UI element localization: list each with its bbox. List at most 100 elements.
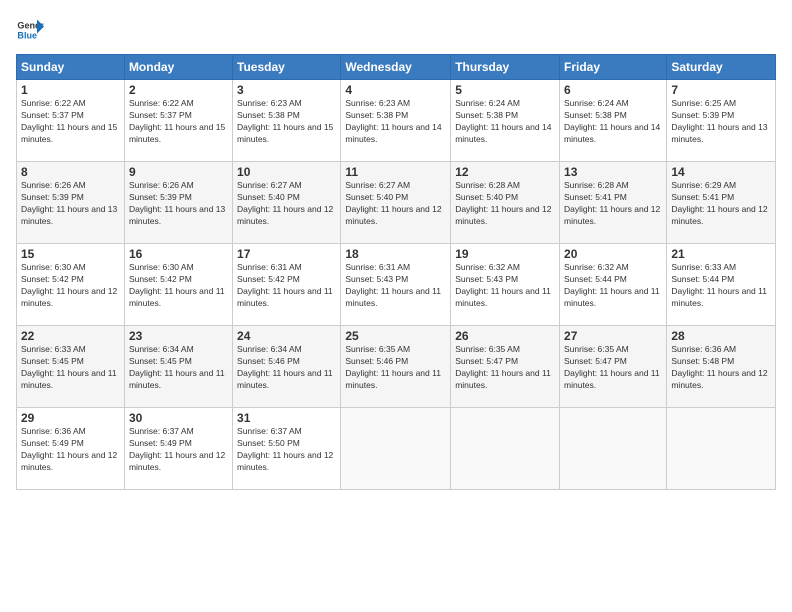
calendar-day-cell: 27 Sunrise: 6:35 AMSunset: 5:47 PMDaylig… <box>560 326 667 408</box>
day-detail: Sunrise: 6:26 AMSunset: 5:39 PMDaylight:… <box>21 180 117 226</box>
calendar-day-cell: 13 Sunrise: 6:28 AMSunset: 5:41 PMDaylig… <box>560 162 667 244</box>
calendar-day-cell: 8 Sunrise: 6:26 AMSunset: 5:39 PMDayligh… <box>17 162 125 244</box>
day-number: 1 <box>21 83 120 97</box>
calendar-day-cell: 22 Sunrise: 6:33 AMSunset: 5:45 PMDaylig… <box>17 326 125 408</box>
day-number: 14 <box>671 165 771 179</box>
day-number: 28 <box>671 329 771 343</box>
day-number: 2 <box>129 83 228 97</box>
svg-text:Blue: Blue <box>17 30 37 40</box>
day-number: 23 <box>129 329 228 343</box>
weekday-header: Friday <box>560 55 667 80</box>
day-detail: Sunrise: 6:36 AMSunset: 5:49 PMDaylight:… <box>21 426 117 472</box>
day-detail: Sunrise: 6:27 AMSunset: 5:40 PMDaylight:… <box>237 180 333 226</box>
day-detail: Sunrise: 6:22 AMSunset: 5:37 PMDaylight:… <box>129 98 225 144</box>
calendar-day-cell: 19 Sunrise: 6:32 AMSunset: 5:43 PMDaylig… <box>451 244 560 326</box>
calendar-header-row: SundayMondayTuesdayWednesdayThursdayFrid… <box>17 55 776 80</box>
day-number: 10 <box>237 165 336 179</box>
calendar-day-cell: 14 Sunrise: 6:29 AMSunset: 5:41 PMDaylig… <box>667 162 776 244</box>
day-number: 17 <box>237 247 336 261</box>
calendar-day-cell: 31 Sunrise: 6:37 AMSunset: 5:50 PMDaylig… <box>233 408 341 490</box>
day-detail: Sunrise: 6:27 AMSunset: 5:40 PMDaylight:… <box>345 180 441 226</box>
day-detail: Sunrise: 6:24 AMSunset: 5:38 PMDaylight:… <box>455 98 551 144</box>
day-detail: Sunrise: 6:32 AMSunset: 5:43 PMDaylight:… <box>455 262 551 308</box>
calendar-week-row: 1 Sunrise: 6:22 AMSunset: 5:37 PMDayligh… <box>17 80 776 162</box>
calendar-day-cell: 21 Sunrise: 6:33 AMSunset: 5:44 PMDaylig… <box>667 244 776 326</box>
calendar-day-cell: 18 Sunrise: 6:31 AMSunset: 5:43 PMDaylig… <box>341 244 451 326</box>
weekday-header: Saturday <box>667 55 776 80</box>
day-detail: Sunrise: 6:34 AMSunset: 5:45 PMDaylight:… <box>129 344 225 390</box>
day-number: 21 <box>671 247 771 261</box>
calendar-week-row: 22 Sunrise: 6:33 AMSunset: 5:45 PMDaylig… <box>17 326 776 408</box>
day-number: 22 <box>21 329 120 343</box>
day-detail: Sunrise: 6:26 AMSunset: 5:39 PMDaylight:… <box>129 180 225 226</box>
calendar-day-cell: 24 Sunrise: 6:34 AMSunset: 5:46 PMDaylig… <box>233 326 341 408</box>
calendar-week-row: 29 Sunrise: 6:36 AMSunset: 5:49 PMDaylig… <box>17 408 776 490</box>
day-number: 12 <box>455 165 555 179</box>
day-number: 25 <box>345 329 446 343</box>
day-detail: Sunrise: 6:23 AMSunset: 5:38 PMDaylight:… <box>345 98 441 144</box>
day-detail: Sunrise: 6:23 AMSunset: 5:38 PMDaylight:… <box>237 98 333 144</box>
day-number: 9 <box>129 165 228 179</box>
day-detail: Sunrise: 6:29 AMSunset: 5:41 PMDaylight:… <box>671 180 767 226</box>
calendar-day-cell: 2 Sunrise: 6:22 AMSunset: 5:37 PMDayligh… <box>124 80 232 162</box>
day-number: 6 <box>564 83 662 97</box>
calendar-day-cell <box>667 408 776 490</box>
day-number: 15 <box>21 247 120 261</box>
day-detail: Sunrise: 6:33 AMSunset: 5:45 PMDaylight:… <box>21 344 117 390</box>
day-number: 18 <box>345 247 446 261</box>
day-detail: Sunrise: 6:31 AMSunset: 5:43 PMDaylight:… <box>345 262 441 308</box>
day-detail: Sunrise: 6:33 AMSunset: 5:44 PMDaylight:… <box>671 262 767 308</box>
calendar-day-cell: 15 Sunrise: 6:30 AMSunset: 5:42 PMDaylig… <box>17 244 125 326</box>
weekday-header: Monday <box>124 55 232 80</box>
calendar-day-cell: 12 Sunrise: 6:28 AMSunset: 5:40 PMDaylig… <box>451 162 560 244</box>
calendar-day-cell: 20 Sunrise: 6:32 AMSunset: 5:44 PMDaylig… <box>560 244 667 326</box>
calendar-day-cell: 6 Sunrise: 6:24 AMSunset: 5:38 PMDayligh… <box>560 80 667 162</box>
day-detail: Sunrise: 6:28 AMSunset: 5:41 PMDaylight:… <box>564 180 660 226</box>
day-number: 11 <box>345 165 446 179</box>
calendar-day-cell <box>341 408 451 490</box>
weekday-header: Wednesday <box>341 55 451 80</box>
calendar-day-cell: 23 Sunrise: 6:34 AMSunset: 5:45 PMDaylig… <box>124 326 232 408</box>
calendar-day-cell: 11 Sunrise: 6:27 AMSunset: 5:40 PMDaylig… <box>341 162 451 244</box>
day-number: 13 <box>564 165 662 179</box>
day-detail: Sunrise: 6:34 AMSunset: 5:46 PMDaylight:… <box>237 344 333 390</box>
weekday-header: Tuesday <box>233 55 341 80</box>
day-detail: Sunrise: 6:28 AMSunset: 5:40 PMDaylight:… <box>455 180 551 226</box>
calendar-day-cell <box>560 408 667 490</box>
calendar-day-cell: 16 Sunrise: 6:30 AMSunset: 5:42 PMDaylig… <box>124 244 232 326</box>
day-number: 27 <box>564 329 662 343</box>
day-detail: Sunrise: 6:35 AMSunset: 5:47 PMDaylight:… <box>455 344 551 390</box>
logo: General Blue <box>16 16 46 44</box>
day-detail: Sunrise: 6:24 AMSunset: 5:38 PMDaylight:… <box>564 98 660 144</box>
calendar-day-cell: 17 Sunrise: 6:31 AMSunset: 5:42 PMDaylig… <box>233 244 341 326</box>
day-detail: Sunrise: 6:30 AMSunset: 5:42 PMDaylight:… <box>21 262 117 308</box>
day-detail: Sunrise: 6:31 AMSunset: 5:42 PMDaylight:… <box>237 262 333 308</box>
day-number: 7 <box>671 83 771 97</box>
day-number: 4 <box>345 83 446 97</box>
day-number: 20 <box>564 247 662 261</box>
day-detail: Sunrise: 6:37 AMSunset: 5:49 PMDaylight:… <box>129 426 225 472</box>
day-number: 29 <box>21 411 120 425</box>
calendar-week-row: 8 Sunrise: 6:26 AMSunset: 5:39 PMDayligh… <box>17 162 776 244</box>
page-header: General Blue <box>16 16 776 44</box>
logo-icon: General Blue <box>16 16 44 44</box>
day-detail: Sunrise: 6:35 AMSunset: 5:47 PMDaylight:… <box>564 344 660 390</box>
day-number: 24 <box>237 329 336 343</box>
calendar-day-cell: 29 Sunrise: 6:36 AMSunset: 5:49 PMDaylig… <box>17 408 125 490</box>
day-detail: Sunrise: 6:25 AMSunset: 5:39 PMDaylight:… <box>671 98 767 144</box>
calendar-day-cell: 25 Sunrise: 6:35 AMSunset: 5:46 PMDaylig… <box>341 326 451 408</box>
day-detail: Sunrise: 6:36 AMSunset: 5:48 PMDaylight:… <box>671 344 767 390</box>
day-number: 8 <box>21 165 120 179</box>
calendar-day-cell: 28 Sunrise: 6:36 AMSunset: 5:48 PMDaylig… <box>667 326 776 408</box>
day-number: 19 <box>455 247 555 261</box>
day-number: 3 <box>237 83 336 97</box>
calendar-day-cell: 5 Sunrise: 6:24 AMSunset: 5:38 PMDayligh… <box>451 80 560 162</box>
day-number: 5 <box>455 83 555 97</box>
day-number: 26 <box>455 329 555 343</box>
calendar-day-cell <box>451 408 560 490</box>
day-detail: Sunrise: 6:35 AMSunset: 5:46 PMDaylight:… <box>345 344 441 390</box>
calendar-day-cell: 4 Sunrise: 6:23 AMSunset: 5:38 PMDayligh… <box>341 80 451 162</box>
weekday-header: Sunday <box>17 55 125 80</box>
weekday-header: Thursday <box>451 55 560 80</box>
calendar-week-row: 15 Sunrise: 6:30 AMSunset: 5:42 PMDaylig… <box>17 244 776 326</box>
